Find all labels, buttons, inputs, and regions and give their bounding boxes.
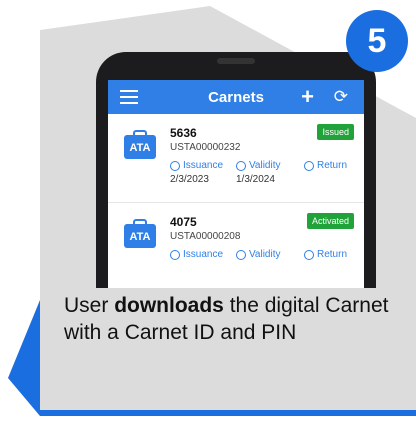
svg-text:ATA: ATA — [130, 142, 151, 154]
phone-speaker — [217, 58, 255, 64]
status-badge: Activated — [306, 213, 354, 229]
svg-text:ATA: ATA — [130, 231, 151, 243]
issuance-link[interactable]: Issuance — [170, 160, 223, 171]
issuance-date: 2/3/2023 — [170, 174, 209, 185]
history-icon — [170, 249, 180, 260]
carnet-card[interactable]: ATA 4075 USTA00000208 Activated Issuance… — [108, 203, 364, 288]
issuance-label: Issuance — [183, 249, 224, 260]
history-icon — [170, 160, 180, 171]
status-badge: Issued — [317, 124, 354, 140]
issuance-link[interactable]: Issuance — [170, 249, 223, 260]
validity-link[interactable]: Validity — [236, 160, 281, 171]
add-icon[interactable]: + — [301, 84, 314, 110]
sync-icon[interactable]: ⟳ — [334, 87, 348, 107]
return-icon — [304, 249, 314, 260]
return-link[interactable]: Return — [304, 249, 347, 260]
phone-screen: Carnets + ⟳ ATA 5636 USTA00000232 Issued… — [108, 80, 364, 288]
ata-logo-icon: ATA — [124, 219, 156, 248]
caption-bold-word: downloads — [114, 294, 224, 317]
return-icon — [304, 160, 314, 171]
clock-icon — [236, 160, 246, 171]
carnet-code: USTA00000232 — [170, 142, 241, 153]
return-link[interactable]: Return — [304, 160, 347, 171]
validity-link[interactable]: Validity — [236, 249, 281, 260]
carnet-number: 5636 — [170, 126, 197, 140]
clock-icon — [236, 249, 246, 260]
validity-label: Validity — [249, 249, 281, 260]
issuance-label: Issuance — [183, 160, 224, 171]
step-number-badge: 5 — [346, 10, 408, 72]
validity-date: 1/3/2024 — [236, 174, 275, 185]
validity-label: Validity — [249, 160, 281, 171]
phone-mockup: Carnets + ⟳ ATA 5636 USTA00000232 Issued… — [96, 52, 376, 288]
step-caption: User downloads the digital Carnet with a… — [64, 292, 394, 346]
caption-prefix: User — [64, 294, 115, 317]
carnet-code: USTA00000208 — [170, 231, 241, 242]
app-bar: Carnets + ⟳ — [108, 80, 364, 114]
return-label: Return — [317, 160, 348, 171]
return-label: Return — [317, 249, 348, 260]
carnet-card[interactable]: ATA 5636 USTA00000232 Issued Issuance Va… — [108, 114, 364, 203]
app-title: Carnets — [208, 89, 264, 106]
carnet-number: 4075 — [170, 215, 197, 229]
ata-logo-icon: ATA — [124, 130, 156, 159]
onboarding-step-card: Carnets + ⟳ ATA 5636 USTA00000232 Issued… — [0, 0, 416, 422]
